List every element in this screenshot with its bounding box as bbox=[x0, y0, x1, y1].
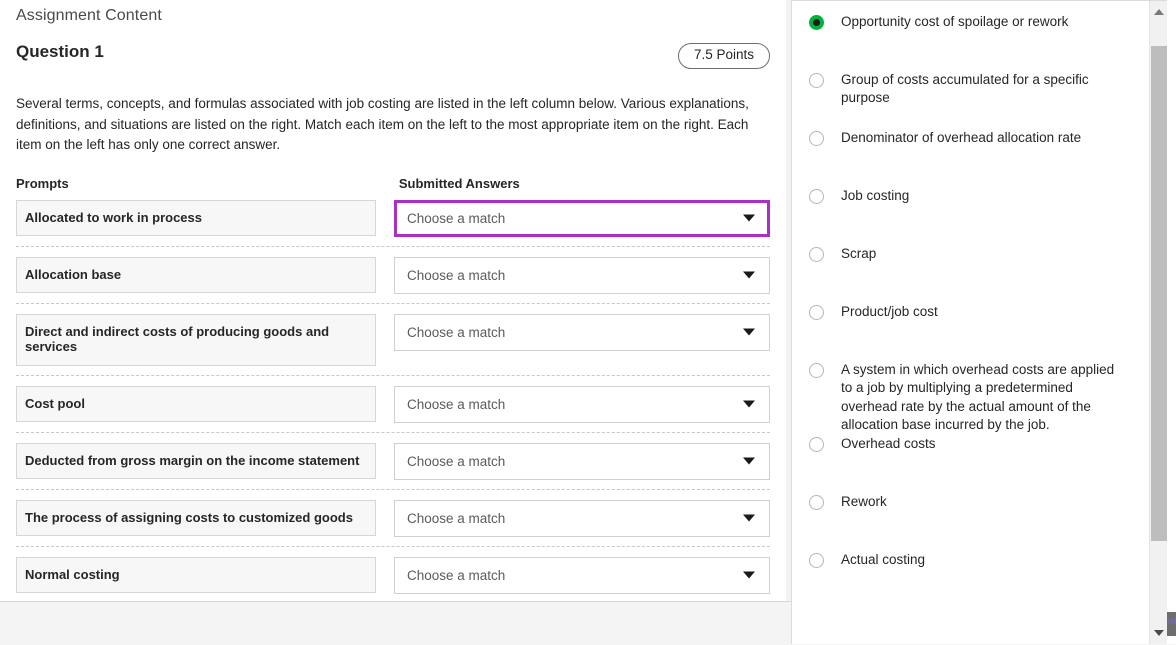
answer-cell: Choose a match bbox=[394, 256, 770, 294]
answer-option[interactable]: Actual costing bbox=[792, 551, 1137, 609]
prompt-box: Deducted from gross margin on the income… bbox=[16, 442, 376, 480]
match-row: Cost pool Choose a match bbox=[16, 385, 770, 433]
scroll-up-arrow-icon[interactable] bbox=[1150, 3, 1167, 20]
prompt-box: Cost pool bbox=[16, 385, 376, 423]
column-headings: Prompts Submitted Answers bbox=[16, 176, 770, 191]
answer-select-6[interactable]: Choose a match bbox=[394, 499, 770, 537]
match-row: Direct and indirect costs of producing g… bbox=[16, 313, 770, 376]
match-row: Allocated to work in process Choose a mat… bbox=[16, 199, 770, 247]
options-panel-scrollbar[interactable] bbox=[1149, 1, 1167, 644]
answer-options-panel: Opportunity cost of spoilage or rework Gr… bbox=[791, 0, 1176, 644]
answer-option[interactable]: Opportunity cost of spoilage or rework bbox=[792, 13, 1137, 71]
answer-option-label: A system in which overhead costs are app… bbox=[841, 362, 1115, 433]
radio-button-icon[interactable] bbox=[809, 247, 824, 262]
obscured-text: nif bbox=[1167, 616, 1176, 626]
answer-select-value: Choose a match bbox=[407, 567, 506, 583]
radio-button-icon[interactable] bbox=[809, 73, 824, 88]
assignment-content-pane: Assignment Content Question 1 7.5 Points… bbox=[0, 0, 786, 601]
answer-select-value: Choose a match bbox=[407, 510, 506, 526]
answer-select-value: Choose a match bbox=[407, 396, 506, 412]
prompt-box: Allocated to work in process bbox=[16, 199, 376, 237]
answer-option-label: Scrap bbox=[841, 246, 877, 261]
answer-option[interactable]: Overhead costs bbox=[792, 435, 1137, 493]
radio-button-icon[interactable] bbox=[809, 363, 824, 378]
answer-select-2[interactable]: Choose a match bbox=[394, 256, 770, 294]
scroll-down-arrow-icon[interactable] bbox=[1150, 624, 1167, 641]
prompt-box: Allocation base bbox=[16, 256, 376, 294]
radio-button-icon[interactable] bbox=[809, 131, 824, 146]
answer-cell: Choose a match bbox=[394, 313, 770, 351]
question-heading: Question 1 bbox=[16, 42, 104, 61]
radio-button-icon[interactable] bbox=[809, 436, 824, 452]
answer-select-value: Choose a match bbox=[407, 210, 506, 226]
answer-option-label: Job costing bbox=[841, 188, 910, 203]
radio-button-icon[interactable] bbox=[809, 15, 824, 30]
page-title: Assignment Content bbox=[16, 7, 162, 24]
answer-select-7[interactable]: Choose a match bbox=[394, 556, 770, 594]
chevron-down-icon bbox=[743, 271, 755, 279]
answer-select-5[interactable]: Choose a match bbox=[394, 442, 770, 480]
answer-cell: Choose a match bbox=[394, 385, 770, 423]
match-row: Allocation base Choose a match bbox=[16, 256, 770, 304]
chevron-down-icon bbox=[743, 514, 755, 522]
answer-select-value: Choose a match bbox=[407, 324, 506, 340]
answer-option-label: Denominator of overhead allocation rate bbox=[841, 130, 1082, 145]
question-instructions: Several terms, concepts, and formulas as… bbox=[16, 96, 749, 153]
answer-option-label: Actual costing bbox=[841, 551, 926, 567]
prompt-box: Direct and indirect costs of producing g… bbox=[16, 313, 376, 366]
answer-select-1[interactable]: Choose a match bbox=[394, 199, 770, 237]
answer-option[interactable]: Product/job cost bbox=[792, 303, 1137, 361]
match-rows-list: Allocated to work in process Choose a mat… bbox=[16, 199, 770, 601]
content-inner: Assignment Content Question 1 7.5 Points… bbox=[0, 0, 786, 601]
match-row: The process of assigning costs to custom… bbox=[16, 499, 770, 547]
answer-option[interactable]: Group of costs accumulated for a specifi… bbox=[792, 71, 1137, 129]
chevron-down-icon bbox=[743, 328, 755, 336]
answer-cell: Choose a match bbox=[394, 499, 770, 537]
page-scrollbar-thumb[interactable]: nif bbox=[1167, 612, 1176, 636]
radio-button-icon[interactable] bbox=[809, 305, 824, 320]
answer-option[interactable]: Scrap bbox=[792, 245, 1137, 303]
chevron-down-icon bbox=[743, 571, 755, 579]
answer-cell: Choose a match bbox=[394, 442, 770, 480]
answer-option-label: Rework bbox=[841, 493, 887, 509]
answer-option[interactable]: Rework bbox=[792, 493, 1137, 551]
answer-option-label: Opportunity cost of spoilage or rework bbox=[841, 14, 1069, 29]
answer-cell: Choose a match bbox=[394, 556, 770, 594]
answer-option-label: Group of costs accumulated for a specifi… bbox=[841, 72, 1089, 106]
scrollbar-thumb[interactable] bbox=[1151, 46, 1167, 541]
chevron-down-icon bbox=[743, 214, 755, 222]
match-row: Deducted from gross margin on the income… bbox=[16, 442, 770, 490]
points-badge: 7.5 Points bbox=[677, 43, 770, 69]
match-row: Normal costing Choose a match bbox=[16, 556, 770, 601]
answer-options-list: Opportunity cost of spoilage or rework Gr… bbox=[792, 1, 1137, 609]
prompts-column-heading: Prompts bbox=[16, 175, 69, 191]
page-scrollbar[interactable]: nif bbox=[1167, 0, 1176, 644]
prompt-box: Normal costing bbox=[16, 556, 376, 594]
answer-select-value: Choose a match bbox=[407, 267, 506, 283]
answer-option-label: Product/job cost bbox=[841, 304, 938, 319]
answer-select-4[interactable]: Choose a match bbox=[394, 385, 770, 423]
chevron-down-icon bbox=[743, 400, 755, 408]
answers-column-heading: Submitted Answers bbox=[398, 175, 520, 191]
question-header: Question 1 7.5 Points bbox=[16, 42, 770, 76]
answer-select-3[interactable]: Choose a match bbox=[394, 313, 770, 351]
radio-button-icon[interactable] bbox=[809, 552, 824, 568]
answer-select-value: Choose a match bbox=[407, 453, 506, 469]
answer-option-label: Overhead costs bbox=[841, 435, 936, 451]
radio-button-icon[interactable] bbox=[809, 189, 824, 204]
chevron-down-icon bbox=[743, 457, 755, 465]
answer-cell: Choose a match bbox=[394, 199, 770, 237]
radio-button-icon[interactable] bbox=[809, 494, 824, 510]
answer-option[interactable]: Job costing bbox=[792, 187, 1137, 245]
answer-option[interactable]: Denominator of overhead allocation rate bbox=[792, 129, 1137, 187]
prompt-box: The process of assigning costs to custom… bbox=[16, 499, 376, 537]
answer-option[interactable]: A system in which overhead costs are app… bbox=[792, 361, 1137, 435]
